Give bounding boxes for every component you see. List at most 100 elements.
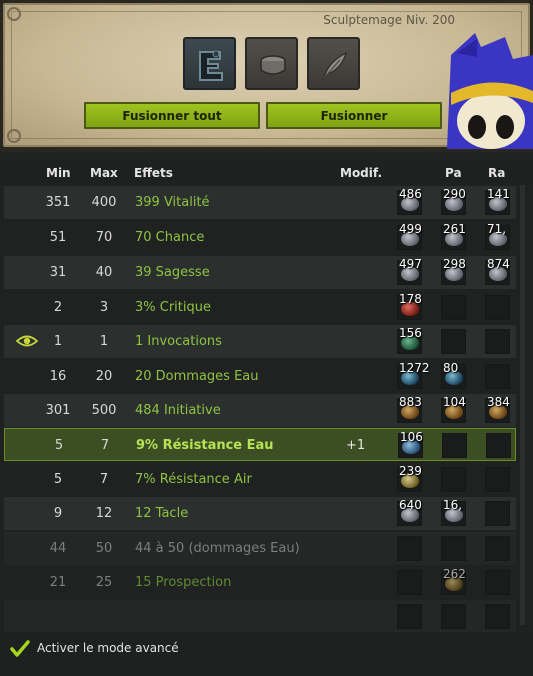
table-row[interactable]: 351 400 399 Vitalité 486 290 141 [4,186,516,219]
row-effect: 44 à 50 (dommages Eau) [135,541,300,556]
table-row[interactable]: 5 7 7% Résistance Air 239 [4,463,516,496]
rune-quantity: 156 [399,326,422,340]
rune-ra-slot[interactable]: 874 [485,257,510,285]
feather-slot-icon [322,51,347,80]
row-min: 9 [53,506,63,521]
row-effect: 9% Résistance Eau [136,438,274,453]
table-row-empty[interactable] [4,600,516,633]
column-max: Max [90,166,118,180]
table-row-exotic[interactable]: 21 25 15 Prospection 262 [4,566,516,599]
rune-quantity: 261 [443,222,466,236]
advanced-mode-label[interactable]: Activer le mode avancé [37,641,179,655]
rune-ba-slot[interactable]: 499 [397,222,422,250]
table-row-selected[interactable]: 5 7 9% Résistance Eau +1 106 [4,428,516,461]
rune-ra-slot[interactable]: 71, [485,222,510,250]
rune-ba-slot[interactable]: 883 [397,395,422,423]
rune-slot[interactable] [245,37,298,90]
rune-pa-slot[interactable] [441,467,466,492]
potion-slot[interactable] [307,37,360,90]
rune-ba-slot[interactable]: 640 [397,498,422,526]
rune-quantity: 239 [399,464,422,478]
corner-ornament [7,7,21,21]
row-min: 5 [54,438,64,453]
rune-quantity: 1272 [399,361,430,375]
table-row[interactable]: 51 70 70 Chance 499 261 71, [4,221,516,254]
row-max: 400 [91,195,117,210]
row-modif: +1 [346,438,366,453]
rune-quantity: 499 [399,222,422,236]
rune-quantity: 80 [443,361,459,375]
rune-ba-slot[interactable]: 156 [397,326,422,354]
rune-pa-slot[interactable] [442,433,467,458]
table-row[interactable]: 301 500 484 Initiative 883 104 384 [4,394,516,427]
rune-ba-slot[interactable]: 239 [397,464,422,492]
rune-pa-slot[interactable]: 80 [441,361,466,389]
rune-ra-slot[interactable] [485,501,510,526]
table-row[interactable]: 1 1 1 Invocations 156 [4,325,516,358]
rune-ra-slot[interactable] [485,295,510,320]
rune-quantity: 883 [399,395,422,409]
row-min: 21 [49,575,67,590]
eye-icon[interactable] [16,334,38,348]
rune-ra-slot[interactable] [485,364,510,389]
rune-ra-slot[interactable] [485,467,510,492]
row-max: 3 [99,300,109,315]
item-slot-icon [199,50,223,81]
rune-ba-slot[interactable]: 106 [398,430,423,458]
rune-quantity: 298 [443,257,466,271]
rune-ra-slot[interactable] [485,329,510,354]
row-effect: 399 Vitalité [135,195,210,210]
rune-pa-slot[interactable] [441,604,466,629]
row-effect: 7% Résistance Air [135,472,252,487]
column-modif: Modif. [340,166,383,180]
row-effect: 70 Chance [135,230,205,245]
rune-ba-slot[interactable]: 497 [397,257,422,285]
column-ra: Ra [488,166,506,180]
rune-ra-slot[interactable] [485,604,510,629]
rune-ba-slot[interactable] [397,570,422,595]
rune-ba-slot[interactable]: 486 [397,187,422,215]
rune-pa-slot[interactable]: 104 [441,395,466,423]
rune-quantity: 384 [487,395,510,409]
rune-ra-slot[interactable]: 384 [485,395,510,423]
rune-ra-slot[interactable] [486,433,511,458]
rune-pa-slot[interactable]: 290 [441,187,466,215]
rune-pa-slot[interactable] [441,329,466,354]
rune-ba-slot[interactable] [397,604,422,629]
rune-ba-slot[interactable]: 1272 [397,361,430,389]
table-row[interactable]: 2 3 3% Critique 178 [4,291,516,324]
rune-pa-slot[interactable] [441,536,466,561]
rune-ba-slot[interactable] [397,536,422,561]
rune-pa-slot[interactable]: 16, [441,498,466,526]
item-slot[interactable] [183,37,236,90]
column-effects: Effets [134,166,173,180]
row-min: 1 [53,334,63,349]
checkmark-icon[interactable] [10,640,30,658]
rune-ba-slot[interactable]: 178 [397,292,422,320]
rune-ra-slot[interactable] [485,570,510,595]
rune-pa-slot[interactable]: 262 [441,567,466,595]
table-row[interactable]: 31 40 39 Sagesse 497 298 874 [4,256,516,289]
fuse-all-button[interactable]: Fusionner tout [84,102,260,129]
row-min: 2 [53,300,63,315]
rune-pa-slot[interactable]: 298 [441,257,466,285]
table-row-exotic[interactable]: 44 50 44 à 50 (dommages Eau) [4,532,516,565]
rune-pa-slot[interactable]: 261 [441,222,466,250]
column-pa: Pa [445,166,462,180]
row-effect: 15 Prospection [135,575,232,590]
row-max: 7 [99,472,109,487]
fuse-button[interactable]: Fusionner [266,102,442,129]
rune-ra-slot[interactable]: 141 [485,187,510,215]
row-max: 1 [99,334,109,349]
table-scrollbar[interactable] [520,185,525,625]
rune-quantity: 497 [399,257,422,271]
row-max: 12 [95,506,113,521]
row-effect: 12 Tacle [135,506,189,521]
row-min: 301 [45,403,71,418]
rune-ra-slot[interactable] [485,536,510,561]
rune-slot-icon [260,55,286,75]
rune-pa-slot[interactable] [441,295,466,320]
row-effect: 20 Dommages Eau [135,369,259,384]
table-row[interactable]: 9 12 12 Tacle 640 16, [4,497,516,530]
table-row[interactable]: 16 20 20 Dommages Eau 1272 80 [4,360,516,393]
